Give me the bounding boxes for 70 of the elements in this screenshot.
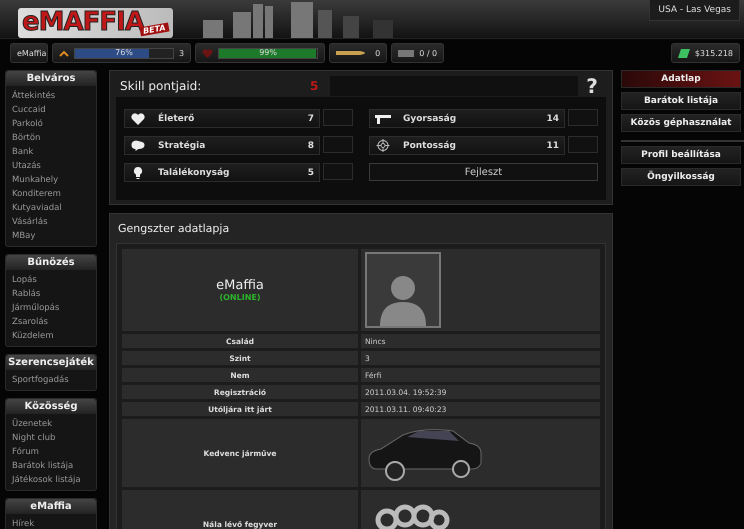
skill-name: Találékonyság	[158, 168, 230, 178]
heart-icon	[130, 112, 146, 124]
skill-points-label: Skill pontjaid:	[119, 79, 202, 93]
sidebar-section-title: Bűnözés	[6, 255, 96, 270]
user-button[interactable]: eMaffia	[10, 43, 48, 63]
skill-points-value: 5	[310, 79, 320, 93]
skill-input[interactable]	[323, 109, 353, 126]
sidebar-link[interactable]: Zsarolás	[12, 315, 90, 329]
sidebar-link[interactable]: Parkoló	[12, 117, 90, 131]
sidebar-section-title: Szerencsejáték	[6, 355, 96, 370]
sidebar-link[interactable]: Konditerem	[12, 187, 90, 201]
sidebar-link[interactable]: Kutyaviadal	[12, 201, 90, 215]
sidebar-link[interactable]: Barátok listája	[12, 459, 90, 473]
profile-menu-button[interactable]: Barátok listája	[621, 92, 741, 110]
sidebar-link[interactable]: Vásárlás	[12, 215, 90, 229]
sidebar-link[interactable]: Börtön	[12, 131, 90, 145]
skill-name: Stratégia	[158, 140, 206, 150]
sidebar-link[interactable]: Cuccaid	[12, 103, 90, 117]
profile-menu-button[interactable]: Öngyilkosság	[621, 168, 741, 186]
skill-value: 14	[546, 114, 559, 124]
profile-menu-button[interactable]: Profil beállítása	[621, 146, 741, 164]
vehicles-count: 0 / 0	[419, 48, 438, 58]
skill-value: 7	[308, 114, 314, 124]
crosshair-icon	[375, 139, 391, 152]
sidebar-link[interactable]: Lopás	[12, 273, 90, 287]
skill-input[interactable]	[568, 109, 598, 126]
banknote-icon	[678, 48, 690, 58]
sidebar-link[interactable]: Sportfogadás	[12, 373, 90, 387]
sidebar-link[interactable]: Játékosok listája	[12, 473, 90, 487]
sidebar-link[interactable]: Fórum	[12, 445, 90, 459]
skill-input[interactable]	[568, 136, 598, 153]
health-percent: 99%	[258, 48, 278, 56]
chevron-up-icon	[59, 50, 69, 56]
sidebar-link[interactable]: Bank	[12, 145, 90, 159]
skill-name: Gyorsaság	[403, 114, 458, 124]
money-amount: $315.218	[694, 48, 733, 58]
logo[interactable]: eMAFFIA BETA	[18, 8, 173, 38]
skill-input[interactable]	[323, 136, 353, 153]
upgrade-button[interactable]: Fejleszt	[369, 163, 598, 181]
sidebar-link[interactable]: Utazás	[12, 159, 90, 173]
gangster-name: eMaffia	[216, 278, 264, 293]
profile-title: Gengszter adatlapja	[118, 222, 230, 235]
profile-menu-button[interactable]: Adatlap	[621, 70, 741, 88]
sidebar-link[interactable]: Night club	[12, 431, 90, 445]
sidebar-link[interactable]: MBay	[12, 229, 90, 243]
sidebar-section-title: eMaffia	[6, 499, 96, 514]
sidebar-section-title: Közösség	[6, 399, 96, 414]
sidebar-link[interactable]: Munkahely	[12, 173, 90, 187]
sidebar-section-title: Belváros	[6, 71, 96, 86]
profile-menu-button[interactable]: Közös géphasználat	[621, 114, 741, 132]
sidebar-link[interactable]: Hírek	[12, 517, 90, 529]
rank-value: 3	[179, 48, 184, 58]
skill-value: 8	[308, 140, 314, 150]
skill-name: Életerő	[158, 114, 196, 124]
sidebar-link[interactable]: Üzenetek	[12, 417, 90, 431]
heart-icon	[202, 48, 214, 58]
help-button[interactable]: ?	[578, 74, 606, 98]
pistol-icon	[375, 114, 391, 124]
sidebar-link[interactable]: Járműlopás	[12, 301, 90, 315]
online-status: (ONLINE)	[219, 293, 261, 302]
skill-name: Pontosság	[403, 140, 457, 150]
skill-value: 11	[546, 140, 559, 150]
skill-value: 5	[308, 168, 314, 178]
skill-input[interactable]	[323, 163, 353, 180]
sidebar-link[interactable]: Rablás	[12, 287, 90, 301]
sidebar-link[interactable]: Áttekintés	[12, 89, 90, 103]
rank-percent: 76%	[114, 48, 134, 56]
sidebar-link[interactable]: Küzdelem	[12, 329, 90, 343]
bullets-count: 0	[375, 48, 380, 58]
location-label: USA - Las Vegas	[649, 0, 740, 21]
